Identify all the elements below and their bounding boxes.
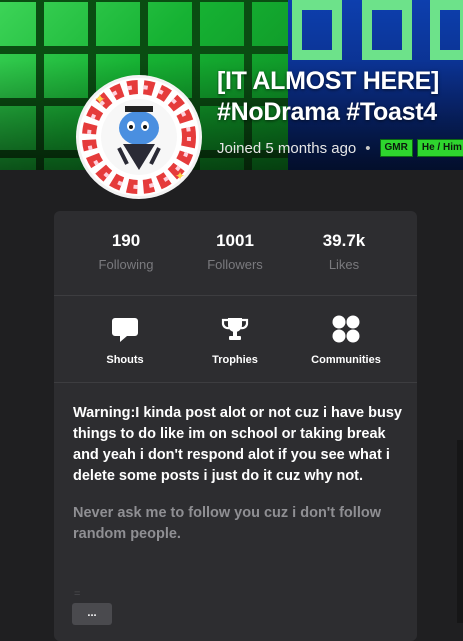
stat-likes-value: 39.7k [322,231,366,250]
bio-paragraph: Warning:I kinda post alot or not cuz i h… [73,405,402,484]
communities-button[interactable]: Communities [296,314,396,366]
stats-row: 190 Following 1001 Followers 39.7k Likes [54,211,417,296]
communities-label: Communities [311,354,381,366]
bio-separator-mark: = [74,588,81,600]
speech-bubble-icon [112,318,138,342]
profile-title: [IT ALMOST HERE] #NoDrama #Toast4 [217,66,463,128]
trophy-icon [221,318,249,340]
meta-separator: • [365,139,371,157]
bio-paragraph: Never ask me to follow you cuz i don't f… [73,505,381,542]
banner-art-shape [430,0,463,60]
profile-card: 190 Following 1001 Followers 39.7k Likes… [54,211,417,641]
banner-art-shape [362,0,412,60]
profile-actions: Shouts Trophies Communities [54,296,417,383]
title-badge-gmr[interactable]: GMR [379,139,413,157]
bio-more-button[interactable]: ... [72,603,112,625]
profile-title-line-1: [IT ALMOST HERE] [217,67,440,95]
stat-following[interactable]: 190 Following [71,231,181,272]
stat-followers[interactable]: 1001 Followers [180,231,290,272]
scrollbar-track[interactable] [457,440,463,623]
profile-bio: Warning:I kinda post alot or not cuz i h… [73,403,403,545]
profile-title-line-2: #NoDrama #Toast4 [217,98,437,126]
shouts-label: Shouts [106,354,144,366]
avatar-image: ✦ ✦ [82,80,196,194]
avatar[interactable]: ✦ ✦ [79,78,199,196]
trophies-label: Trophies [212,354,258,366]
stat-followers-value: 1001 [216,231,254,250]
svg-text:✦: ✦ [175,169,185,183]
banner-art-shape [292,0,342,60]
stat-following-label: Following [98,257,154,272]
title-badge-pronouns[interactable]: He / Him [416,139,463,157]
stat-likes[interactable]: 39.7k Likes [289,231,399,272]
communities-icon [332,315,360,343]
joined-date: Joined 5 months ago [217,139,357,157]
stat-followers-label: Followers [207,257,263,272]
profile-meta-row: Joined 5 months ago • GMR He / Him [217,139,463,157]
trophies-button[interactable]: Trophies [185,314,285,366]
stat-following-value: 190 [111,231,141,250]
stat-likes-label: Likes [328,257,360,272]
shouts-button[interactable]: Shouts [75,314,175,366]
